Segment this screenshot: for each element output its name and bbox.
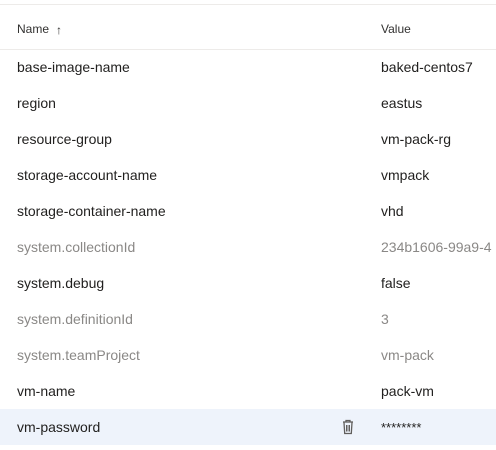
variable-name-cell: system.collectionId xyxy=(17,239,136,255)
variable-name-cell: region xyxy=(17,95,56,111)
variable-value-cell: 3 xyxy=(381,311,389,327)
column-header-name-label: Name xyxy=(17,22,50,36)
variable-value-cell: eastus xyxy=(381,95,423,111)
table-row[interactable]: storage-account-name vmpack xyxy=(0,157,496,193)
table-row[interactable]: system.debug false xyxy=(0,265,496,301)
variable-value-cell: vm-pack xyxy=(381,347,434,363)
variable-value-cell: vm-pack-rg xyxy=(381,131,452,147)
variables-table: Name ↑ Value base-image-name baked-centos7… xyxy=(0,0,496,450)
variable-name-cell: system.debug xyxy=(17,275,105,291)
variable-name-cell: storage-container-name xyxy=(17,203,166,219)
variable-value-cell: 234b1606-99a9-4 xyxy=(381,239,492,255)
table-row[interactable]: base-image-name baked-centos7 xyxy=(0,49,496,85)
table-row[interactable]: system.teamProject vm-pack xyxy=(0,337,496,373)
variable-name-cell: vm-name xyxy=(17,383,76,399)
variable-name-cell: vm-password xyxy=(17,419,101,435)
table-row[interactable]: resource-group vm-pack-rg xyxy=(0,121,496,157)
delete-variable-button[interactable] xyxy=(338,417,358,437)
table-row[interactable]: vm-name pack-vm xyxy=(0,373,496,409)
table-header: Name ↑ Value xyxy=(0,5,496,50)
variable-value-cell: vhd xyxy=(381,203,404,219)
variable-value-cell: false xyxy=(381,275,411,291)
column-header-value-label: Value xyxy=(381,22,411,36)
variable-name-cell: storage-account-name xyxy=(17,167,158,183)
variable-name-cell: resource-group xyxy=(17,131,112,147)
variable-value-cell: ******** xyxy=(381,420,422,435)
table-row[interactable]: vm-password ******** xyxy=(0,409,496,445)
variable-name-cell: system.definitionId xyxy=(17,311,133,327)
table-body: base-image-name baked-centos7 region eastus… xyxy=(0,49,496,445)
variable-name-cell: system.teamProject xyxy=(17,347,140,363)
variable-value-cell: vmpack xyxy=(381,167,430,183)
table-row[interactable]: system.collectionId 234b1606-99a9-4 xyxy=(0,229,496,265)
variable-value-cell: baked-centos7 xyxy=(381,59,473,75)
sort-ascending-icon: ↑ xyxy=(56,23,63,37)
trash-icon xyxy=(343,419,353,435)
column-header-name[interactable]: Name ↑ xyxy=(17,5,62,49)
table-row[interactable]: region eastus xyxy=(0,85,496,121)
variable-name-cell: base-image-name xyxy=(17,59,130,75)
variable-value-cell: pack-vm xyxy=(381,383,434,399)
column-header-value[interactable]: Value xyxy=(381,5,411,49)
table-row[interactable]: system.definitionId 3 xyxy=(0,301,496,337)
table-row[interactable]: storage-container-name vhd xyxy=(0,193,496,229)
